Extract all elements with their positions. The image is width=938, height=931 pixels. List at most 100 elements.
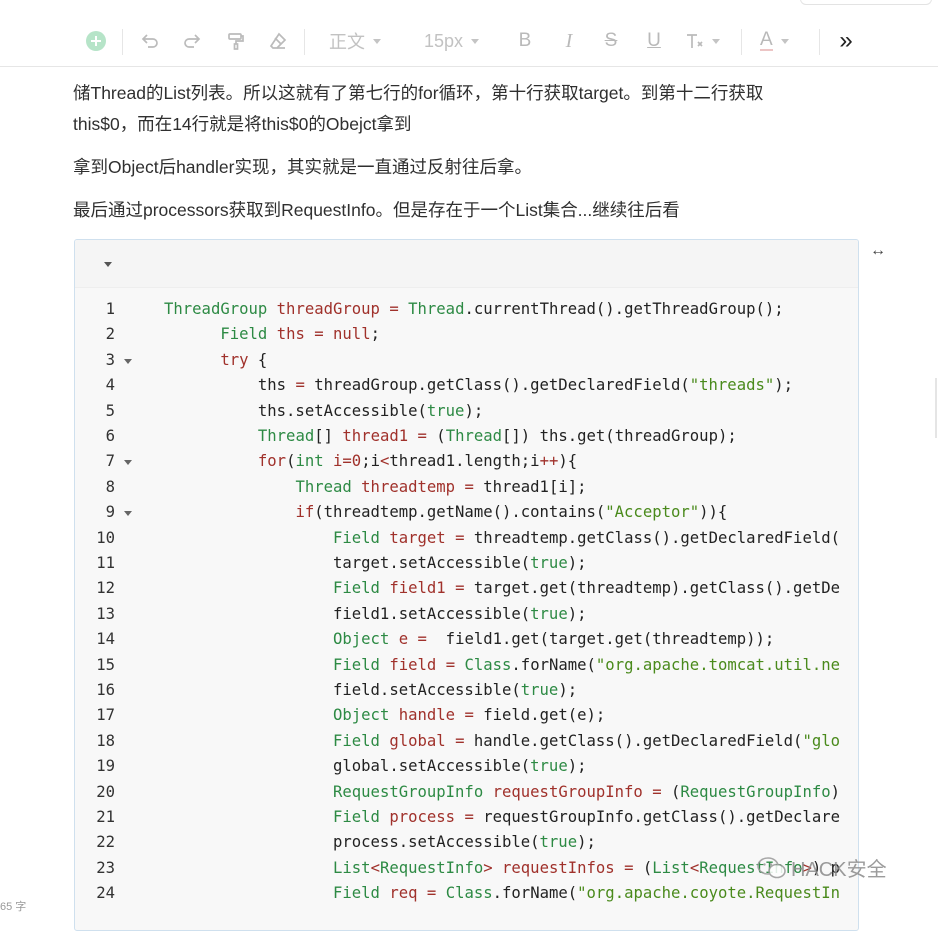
underline-button[interactable]: U [644, 16, 664, 66]
italic-button[interactable]: I [559, 16, 579, 66]
line-number: 24 [96, 884, 115, 903]
scrollbar[interactable] [935, 378, 937, 438]
code-line: Field field = Class.forName("org.apache.… [333, 655, 841, 674]
line-number: 1 [105, 300, 115, 318]
chevron-down-icon [712, 38, 720, 44]
toolbar-divider [819, 29, 820, 55]
code-block-header [75, 240, 858, 288]
italic-icon: I [565, 29, 573, 52]
fold-toggle-icon[interactable] [124, 358, 132, 364]
line-number: 3 [105, 350, 115, 369]
font-color-select[interactable]: A [760, 16, 804, 66]
code-line: field1.setAccessible(true); [164, 604, 587, 623]
line-number: 22 [96, 833, 115, 852]
line-number: 8 [105, 477, 115, 496]
language-select-chevron-icon[interactable] [104, 262, 112, 267]
code-line: if(threadtemp.getName().contains("Accept… [295, 503, 728, 522]
toolbar-divider [122, 29, 123, 55]
text-effect-select[interactable] [684, 16, 730, 66]
code-line: Thread threadtemp = thread1[i]; [295, 477, 587, 496]
bold-button[interactable]: B [515, 16, 535, 66]
toolbar-divider [741, 29, 742, 55]
code-line: process.setAccessible(true); [164, 833, 596, 852]
paragraph-line: this$0，而在14行就是将this$0的Obejct拿到 [73, 114, 412, 134]
toolbar-divider [304, 29, 305, 55]
line-number: 11 [96, 554, 115, 572]
code-line: target.setAccessible(true); [164, 554, 587, 572]
code-line: ths.setAccessible(true); [164, 401, 484, 420]
code-line: field.setAccessible(true); [164, 681, 578, 699]
code-line: Object e = field1.get(target.get(threadt… [333, 630, 775, 649]
redo-button[interactable] [181, 16, 203, 66]
line-number: 15 [96, 655, 115, 674]
strikethrough-button[interactable]: S [601, 16, 621, 66]
chevron-down-icon [373, 38, 381, 44]
line-number: 10 [96, 528, 115, 547]
line-number: 19 [96, 757, 115, 776]
chevron-down-icon [471, 38, 480, 44]
line-number: 6 [105, 427, 115, 445]
code-block[interactable]: 1 ThreadGroup threadGroup = Thread.curren… [74, 239, 859, 931]
code-line: try { [220, 350, 268, 369]
paragraph: 拿到Object后handler实现，其实就是一直通过反射往后拿。 [73, 157, 532, 177]
fold-toggle-icon[interactable] [124, 511, 132, 517]
word-count: 65 字 [0, 901, 27, 913]
paint-roller-icon [226, 31, 246, 51]
top-tab-edge [800, 0, 932, 5]
wechat-icon [757, 856, 787, 879]
code-line: global.setAccessible(true); [164, 757, 587, 776]
line-number: 17 [96, 706, 115, 725]
line-number: 21 [96, 808, 115, 826]
code-line: Field global = handle.getClass().getDecl… [333, 731, 841, 750]
font-size-select[interactable]: 15px [424, 16, 494, 66]
code-line: ths = threadGroup.getClass().getDeclared… [164, 376, 794, 395]
bold-icon: B [518, 30, 532, 51]
line-number: 20 [96, 782, 115, 801]
add-block-button[interactable] [84, 16, 108, 66]
paragraph-line: 储Thread的List列表。所以这就有了第七行的for循环，第十行获取targ… [73, 83, 764, 103]
eraser-icon [268, 31, 288, 51]
fold-toggle-icon[interactable] [124, 460, 132, 466]
watermark: HACK安全 [757, 853, 887, 882]
line-number: 23 [96, 858, 115, 877]
code-line: Field req = Class.forName("org.apache.co… [333, 884, 841, 903]
paragraph-style-select[interactable]: 正文 [329, 16, 397, 66]
watermark-text: HACK安全 [791, 859, 887, 881]
line-number: 5 [105, 401, 115, 420]
more-tools-button[interactable]: » [834, 16, 858, 66]
code-line: Field process = requestGroupInfo.getClas… [333, 808, 840, 826]
line-number: 4 [105, 376, 115, 395]
code-line: Object handle = field.get(e); [333, 706, 606, 725]
code-line: Field target = threadtemp.getClass().get… [333, 528, 840, 547]
paragraph-style-value: 正文 [329, 32, 365, 52]
text-effect-icon [684, 31, 704, 51]
editor-toolbar: 正文 15px B I S U A » [0, 16, 938, 67]
line-number: 16 [96, 681, 115, 699]
code-line: Field field1 = target.get(threadtemp).ge… [333, 579, 840, 598]
undo-icon [140, 31, 160, 51]
code-line: List<RequestInfo> requestInfos = (List<R… [333, 858, 841, 877]
font-color-icon: A [760, 29, 773, 51]
strikethrough-icon: S [604, 30, 618, 51]
chevron-down-icon [780, 38, 789, 44]
expand-horizontal-icon[interactable]: ↔ [870, 242, 886, 260]
paragraph: 最后通过processors获取到RequestInfo。但是存在于一个List… [73, 200, 680, 220]
line-number: 13 [96, 604, 115, 623]
undo-button[interactable] [139, 16, 161, 66]
line-number: 2 [105, 325, 115, 344]
line-number: 12 [96, 579, 115, 598]
top-strip [0, 0, 938, 16]
underline-icon: U [647, 30, 661, 51]
line-number: 14 [96, 630, 115, 649]
clear-format-button[interactable] [267, 16, 289, 66]
code-line: Thread[] thread1 = (Thread[]) ths.get(th… [257, 427, 737, 445]
redo-icon [182, 31, 202, 51]
font-size-value: 15px [424, 30, 464, 51]
format-painter-button[interactable] [225, 16, 247, 66]
code-line: ThreadGroup threadGroup = Thread.current… [164, 300, 784, 318]
paragraph: 储Thread的List列表。所以这就有了第七行的for循环，第十行获取targ… [73, 78, 873, 140]
line-number: 7 [105, 452, 115, 471]
line-number: 18 [96, 731, 115, 750]
code-line: Field ths = null; [220, 325, 380, 344]
code-line: for(int i=0;i<thread1.length;i++){ [257, 452, 578, 471]
